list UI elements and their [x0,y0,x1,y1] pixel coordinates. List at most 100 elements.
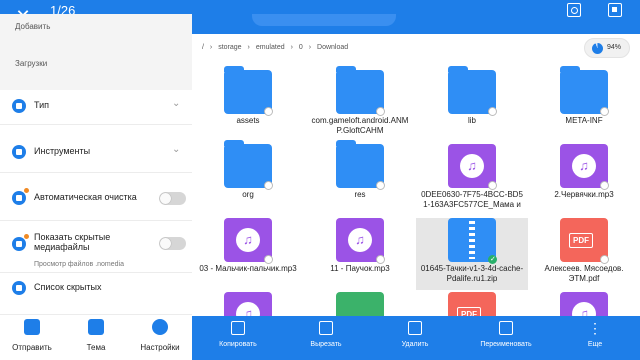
more-icon: ⋮ [588,320,602,336]
storage-usage[interactable]: 94% [584,38,630,58]
shirt-icon [88,319,104,335]
copy-label: Копировать [219,341,257,348]
hidden-media-toggle[interactable] [159,237,186,250]
file-browser: / › storage › emulated › 0 › Download 94… [192,34,640,338]
file-item[interactable]: res [304,140,416,216]
breadcrumb-item[interactable]: 0 [299,44,303,51]
file-item[interactable]: 0DEE0630-7F75-4BCC-BD5 1-163A3FC577CE_Ма… [416,144,528,216]
rename-icon [499,321,513,335]
breadcrumb-item[interactable]: emulated [256,44,285,51]
drawer-row-type[interactable]: Тип ⌄ [0,90,192,122]
file-name: org [242,190,254,199]
select-checkbox[interactable] [488,181,497,190]
delete-label: Удалить [401,341,429,348]
select-all-icon[interactable] [608,3,622,17]
file-item[interactable]: 01645-Тачки-v1-3-4d-cache- Pdalife.ru1.z… [416,218,528,290]
theme-label: Тема [86,343,106,352]
settings-button[interactable]: Настройки [128,319,192,359]
select-checkbox[interactable] [376,107,385,116]
chevron-down-icon: ⌄ [172,144,181,155]
settings-label: Настройки [140,343,180,352]
select-checkbox[interactable] [376,255,385,264]
file-name: assets [236,116,260,125]
drawer-row-label: Тип [34,100,50,110]
side-drawer: Добавить Загрузки Тип ⌄ Инструменты ⌄ Ав… [0,14,192,360]
drawer-row-hidden-media[interactable]: Показать скрытые медиафайлы Просмотр фай… [0,228,192,268]
file-item[interactable]: 2.Червячки.mp3 [528,144,640,216]
drawer-row-sublabel: Просмотр файлов .nomedia [34,261,124,268]
file-name: 11 - Паучок.mp3 [330,264,390,273]
drawer-row-label: Автоматическая очистка [34,192,137,202]
drawer-row-label: Показать скрытые медиафайлы [34,232,111,252]
drawer-item-downloads[interactable]: Загрузки [15,59,47,68]
file-item[interactable]: org [192,140,304,216]
divider [0,124,192,125]
file-name: Алексеев. Мясоедов. ЭТМ.pdf [544,264,624,283]
drawer-row-hidden-list[interactable]: Список скрытых [0,272,192,304]
theme-button[interactable]: Тема [64,319,128,359]
gift-icon [24,319,40,335]
copy-icon [231,321,245,335]
storage-pie-icon [592,43,603,54]
cut-button[interactable]: Вырезать [296,321,356,357]
select-checkbox[interactable] [488,107,497,116]
drawer-row-label: Инструменты [34,146,91,156]
file-name: 2.Червячки.mp3 [554,190,614,199]
type-icon [12,99,26,113]
file-item[interactable]: 03 - Мальчик-пальчик.mp3 [192,218,304,290]
select-checkbox[interactable] [264,181,273,190]
breadcrumb-root[interactable]: / [202,44,204,51]
breadcrumb-separator: › [247,44,250,51]
file-name: lib [467,116,476,125]
breadcrumb-item[interactable]: storage [218,44,241,51]
file-name: 03 - Мальчик-пальчик.mp3 [199,264,297,273]
file-name: 0DEE0630-7F75-4BCC-BD5 1-163A3FC577CE_Ма… [421,190,523,209]
gear-icon [152,319,168,335]
more-button[interactable]: ⋮ Еще [565,321,625,357]
delete-icon [408,321,422,335]
share-label: Отправить [12,343,52,352]
share-button[interactable]: Отправить [0,319,64,359]
hidden-list-icon [12,281,26,295]
new-badge [24,234,29,239]
drawer-row-label: Список скрытых [34,282,102,292]
select-checkbox[interactable] [488,255,497,264]
hidden-media-icon [12,237,26,251]
file-item[interactable]: 11 - Паучок.mp3 [304,218,416,290]
copy-button[interactable]: Копировать [208,321,268,357]
divider [0,220,192,221]
file-item[interactable]: Алексеев. Мясоедов. ЭТМ.pdf [528,218,640,290]
drawer-bottom-bar: Отправить Тема Настройки [0,314,192,360]
file-item[interactable]: assets [192,66,304,142]
file-item[interactable]: com.gameloft.android.ANM P.GloftCAHM [304,66,416,142]
select-checkbox[interactable] [600,255,609,264]
select-checkbox[interactable] [600,107,609,116]
auto-clean-toggle[interactable] [159,192,186,205]
breadcrumb-separator: › [209,44,213,51]
drawer-item-add[interactable]: Добавить [15,22,50,31]
breadcrumb: / › storage › emulated › 0 › Download [202,44,352,51]
tools-icon [12,145,26,159]
divider [0,172,192,173]
file-name: 01645-Тачки-v1-3-4d-cache- Pdalife.ru1.z… [420,264,524,283]
file-name: res [354,190,366,199]
breadcrumb-item[interactable]: Download [317,44,348,51]
cut-label: Вырезать [310,341,342,348]
rename-label: Переименовать [480,341,532,348]
new-badge [24,188,29,193]
delete-button[interactable]: Удалить [385,321,445,357]
select-checkbox[interactable] [264,255,273,264]
search-in-view-icon[interactable] [567,3,581,17]
file-item[interactable]: lib [416,66,528,142]
select-checkbox[interactable] [376,181,385,190]
select-checkbox[interactable] [600,181,609,190]
drawer-row-auto-clean[interactable]: Автоматическая очистка [0,182,192,214]
drawer-row-tools[interactable]: Инструменты ⌄ [0,136,192,168]
more-label: Еще [587,341,603,348]
clean-icon [12,191,26,205]
rename-button[interactable]: Переименовать [476,321,536,357]
file-name: com.gameloft.android.ANM P.GloftCAHM [311,116,409,135]
file-item[interactable]: META-INF [528,66,640,142]
breadcrumb-separator: › [308,44,312,51]
select-checkbox[interactable] [264,107,273,116]
